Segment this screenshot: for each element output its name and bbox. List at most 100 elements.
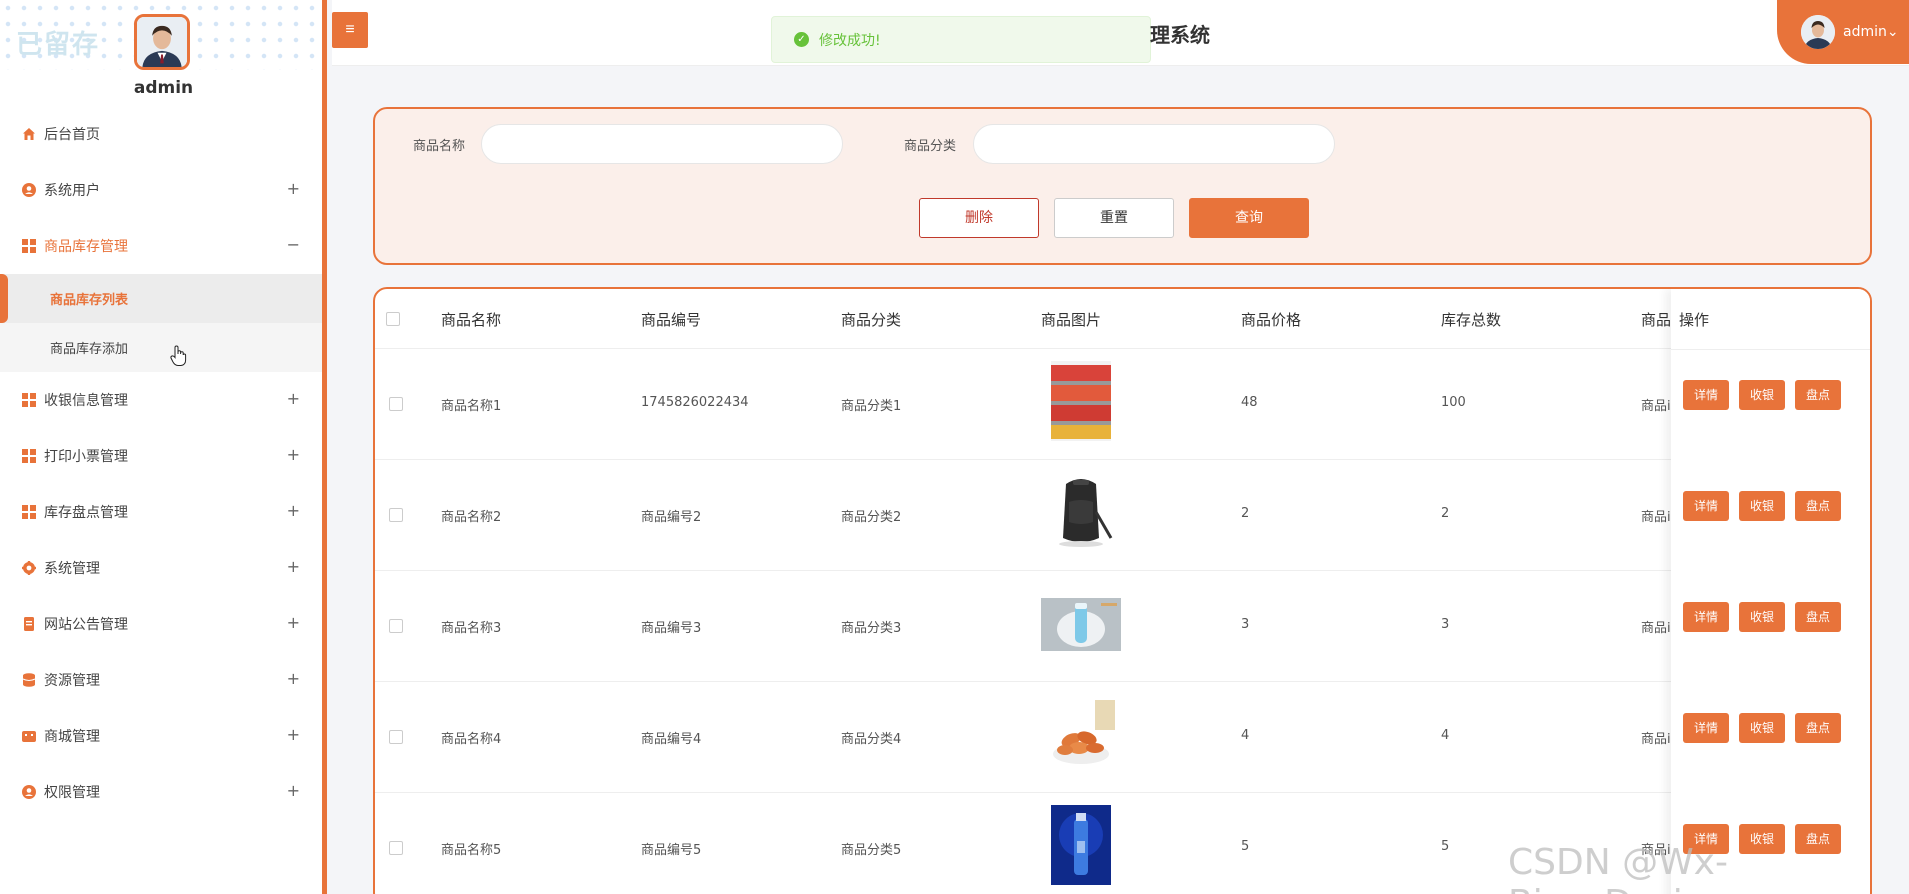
select-all-checkbox[interactable] [386, 312, 400, 326]
expand-icon[interactable]: + [287, 389, 300, 408]
table-row[interactable]: 商品名称3 商品编号3 商品分类3 3 3 商品i [375, 571, 1870, 682]
checkout-button[interactable]: 收银 [1739, 380, 1785, 410]
inventory-button[interactable]: 盘点 [1795, 380, 1841, 410]
row-checkbox[interactable] [389, 730, 403, 744]
sidebar-item-inventory[interactable]: 商品库存管理 − [0, 218, 322, 274]
toast-message: 修改成功! [819, 32, 881, 49]
sidebar-item-label: 商城管理 [44, 729, 100, 745]
expand-icon[interactable]: + [287, 445, 300, 464]
sidebar-item-label: 系统管理 [44, 561, 100, 577]
inventory-button[interactable]: 盘点 [1795, 491, 1841, 521]
expand-icon[interactable]: + [287, 781, 300, 800]
expand-icon[interactable]: + [287, 613, 300, 632]
sidebar-item-label: 商品库存管理 [44, 239, 128, 255]
sidebar-item-label: 网站公告管理 [44, 617, 128, 633]
column-header: 商品编号 [641, 311, 702, 329]
sidebar-subitem-inventory-add[interactable]: 商品库存添加 [0, 323, 322, 372]
sidebar-menu: 后台首页 系统用户 + 商品库存管理 − 商品库存列表 商品库存添加 收银信息管… [0, 106, 322, 820]
sidebar-item-announcements[interactable]: 网站公告管理 + [0, 596, 322, 652]
table-row[interactable]: 商品名称1 1745826022434 商品分类1 48 100 商品i [375, 349, 1870, 460]
column-header: 商品价格 [1241, 311, 1302, 329]
menu-toggle-button[interactable]: ≡ [332, 12, 368, 48]
row-checkbox[interactable] [389, 397, 403, 411]
cell-name: 商品名称5 [441, 843, 502, 858]
sidebar-item-mall[interactable]: 商城管理 + [0, 708, 322, 764]
inventory-button[interactable]: 盘点 [1795, 602, 1841, 632]
grid-icon [22, 449, 36, 463]
blue-bottle-image[interactable] [1041, 805, 1121, 885]
user-menu[interactable]: admin ⌄ [1777, 0, 1909, 64]
product-name-input[interactable] [481, 124, 843, 164]
bottle-on-plate-image[interactable] [1041, 583, 1121, 663]
sidebar-subitem-inventory-list[interactable]: 商品库存列表 [0, 274, 322, 323]
cell-stock: 100 [1441, 395, 1466, 410]
snacks-bowl-image[interactable] [1041, 694, 1121, 774]
cell-stock: 5 [1441, 839, 1450, 854]
delete-button[interactable]: 删除 [919, 198, 1039, 238]
cell-code: 1745826022434 [641, 395, 749, 410]
sidebar-item-label: 权限管理 [44, 785, 100, 801]
row-checkbox[interactable] [389, 508, 403, 522]
avatar [1801, 15, 1835, 49]
row-checkbox[interactable] [389, 841, 403, 855]
checkout-button[interactable]: 收银 [1739, 602, 1785, 632]
sidebar-item-system[interactable]: 系统管理 + [0, 540, 322, 596]
expand-icon[interactable]: + [287, 725, 300, 744]
reset-button[interactable]: 重置 [1054, 198, 1174, 238]
cell-extra: 商品i [1641, 510, 1671, 525]
hand-cursor-icon [170, 345, 187, 366]
cell-price: 5 [1241, 839, 1250, 854]
cell-code: 商品编号4 [641, 732, 702, 747]
table-row[interactable]: 商品名称2 商品编号2 商品分类2 2 2 商品i [375, 460, 1870, 571]
cell-category: 商品分类1 [841, 399, 902, 414]
sidebar-item-label: 系统用户 [44, 183, 100, 199]
avatar-image-icon [1801, 15, 1835, 49]
expand-icon[interactable]: + [287, 501, 300, 520]
checkout-button[interactable]: 收银 [1739, 713, 1785, 743]
product-category-input[interactable] [973, 124, 1335, 164]
detail-button[interactable]: 详情 [1683, 380, 1729, 410]
sidebar-item-label: 后台首页 [44, 127, 100, 143]
cell-category: 商品分类5 [841, 843, 902, 858]
collapse-icon[interactable]: − [287, 235, 300, 254]
sidebar-item-home[interactable]: 后台首页 [0, 106, 322, 162]
sidebar-item-label: 库存盘点管理 [44, 505, 128, 521]
watermark: CSDN @Wx-Biye_Design [1508, 842, 1728, 894]
cell-price: 48 [1241, 395, 1258, 410]
row-checkbox[interactable] [389, 619, 403, 633]
query-button[interactable]: 查询 [1189, 198, 1309, 238]
product-category-label: 商品分类 [904, 139, 957, 154]
cell-code: 商品编号2 [641, 510, 702, 525]
avatar[interactable] [134, 14, 190, 70]
avatar-image-icon [137, 17, 187, 67]
backpack-image[interactable] [1041, 472, 1121, 552]
header-username: admin [1843, 24, 1887, 40]
cell-code: 商品编号3 [641, 621, 702, 636]
expand-icon[interactable]: + [287, 669, 300, 688]
sidebar-item-receipts[interactable]: 打印小票管理 + [0, 428, 322, 484]
expand-icon[interactable]: + [287, 179, 300, 198]
column-header: 操作 [1679, 311, 1710, 329]
sidebar-item-permissions[interactable]: 权限管理 + [0, 764, 322, 820]
inventory-button[interactable]: 盘点 [1795, 713, 1841, 743]
sidebar-item-cashier[interactable]: 收银信息管理 + [0, 372, 322, 428]
detail-button[interactable]: 详情 [1683, 602, 1729, 632]
shop-icon [22, 729, 36, 743]
checkout-button[interactable]: 收银 [1739, 491, 1785, 521]
user-icon [22, 183, 36, 197]
detail-button[interactable]: 详情 [1683, 491, 1729, 521]
sidebar-item-system-users[interactable]: 系统用户 + [0, 162, 322, 218]
cell-price: 3 [1241, 617, 1250, 632]
drinks-shelf-image[interactable] [1041, 361, 1121, 441]
chevron-down-icon: ⌄ [1886, 24, 1899, 40]
product-name-label: 商品名称 [413, 139, 466, 154]
sidebar-item-label: 资源管理 [44, 673, 100, 689]
detail-button[interactable]: 详情 [1683, 713, 1729, 743]
gear-icon [21, 560, 37, 576]
table-row[interactable]: 商品名称4 商品编号4 商品分类4 4 4 商品i [375, 682, 1870, 793]
sidebar-item-resources[interactable]: 资源管理 + [0, 652, 322, 708]
sidebar-username: admin [133, 78, 194, 98]
expand-icon[interactable]: + [287, 557, 300, 576]
column-header: 商品图片 [1041, 311, 1102, 329]
sidebar-item-stocktake[interactable]: 库存盘点管理 + [0, 484, 322, 540]
